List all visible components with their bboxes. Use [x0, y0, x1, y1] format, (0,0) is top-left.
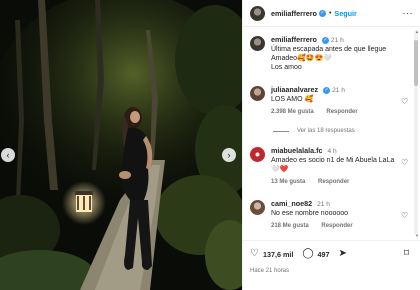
comments-list: emiliafferrero ✓ 21 h Última escapada ant… [243, 28, 413, 238]
post-actions: ♡ 137,6 mil ◯ 497 ➤ ⌑ Hace 21 horas [243, 240, 420, 290]
previous-photo-button[interactable]: ‹ [1, 148, 15, 162]
post-side-panel: emiliafferrero ✓ • Seguir ··· emiliaffer… [242, 0, 420, 290]
comment-meta: 218 Me gusta Responder [271, 222, 396, 231]
caption-text: Última escapada antes de que llegue Amad… [271, 46, 387, 62]
comment-meta: 2.398 Me gusta Responder [271, 108, 396, 117]
like-comment-heart-icon[interactable]: ♡ [401, 158, 408, 167]
comment-text: LOS AMO 🥰 [271, 96, 314, 103]
verified-badge-icon: ✓ [318, 9, 326, 17]
verified-badge-icon: ✓ [321, 36, 329, 44]
comment-item: cami_noe82 21 h No ese nombre noooooo 21… [250, 199, 396, 231]
post-timestamp[interactable]: Hace 21 horas [250, 268, 289, 274]
like-comment-heart-icon[interactable]: ♡ [401, 211, 408, 220]
follow-button[interactable]: Seguir [334, 9, 356, 18]
chevron-left-icon: ‹ [6, 149, 10, 160]
post-photo[interactable]: ‹ › [0, 0, 242, 290]
reply-button[interactable]: Responder [318, 179, 349, 185]
comments-scrollbar[interactable] [414, 30, 418, 235]
avatar[interactable] [250, 86, 265, 101]
likes-count[interactable]: 137,6 mil [263, 250, 293, 259]
reply-button[interactable]: Responder [326, 109, 357, 115]
comment-text: No ese nombre noooooo [271, 210, 349, 217]
avatar[interactable] [250, 147, 265, 162]
comment-item: juliaanalvarez ✓ 21 h LOS AMO 🥰 2.398 Me … [250, 85, 396, 117]
scroll-up-arrow-icon[interactable]: ▲ [415, 29, 419, 34]
view-replies-label: Ver las 18 respuestas [297, 128, 355, 134]
comment-username[interactable]: emiliafferrero [271, 35, 317, 44]
bookmark-icon[interactable]: ⌑ [404, 248, 409, 259]
reply-button[interactable]: Responder [321, 223, 352, 229]
comment-username[interactable]: miabuelalala.fc [271, 146, 323, 155]
verified-badge-icon: ✓ [323, 86, 331, 94]
comment-time[interactable]: 21 h [332, 87, 345, 94]
heart-icon[interactable]: ♡ [250, 249, 259, 259]
scrollbar-thumb[interactable] [414, 40, 418, 86]
comment-likes[interactable]: 2.398 Me gusta [271, 109, 314, 115]
comment-meta: 13 Me gusta Responder [271, 178, 396, 187]
separator-dot: • [328, 9, 332, 17]
comment-item: miabuelalala.fc 4 h Amadeo es socio n1 d… [250, 146, 396, 187]
post-header: emiliafferrero ✓ • Seguir ··· [243, 0, 420, 27]
more-options-icon[interactable]: ··· [403, 8, 414, 18]
divider-line [273, 130, 289, 132]
caption: emiliafferrero ✓ 21 h Última escapada ant… [250, 35, 396, 72]
comment-likes[interactable]: 218 Me gusta [271, 223, 309, 229]
night-garden-scene [0, 0, 242, 290]
next-photo-button[interactable]: › [222, 148, 236, 162]
comment-time[interactable]: 4 h [328, 148, 337, 155]
comment-username[interactable]: juliaanalvarez [271, 85, 318, 94]
action-row: ♡ 137,6 mil ◯ 497 ➤ [250, 249, 351, 259]
avatar[interactable] [250, 200, 265, 215]
comment-time[interactable]: 21 h [331, 37, 344, 44]
comment-username[interactable]: cami_noe82 [271, 199, 312, 208]
chevron-right-icon: › [227, 149, 231, 160]
author-username[interactable]: emiliafferrero [271, 9, 317, 18]
like-comment-heart-icon[interactable]: ♡ [401, 97, 408, 106]
comments-count[interactable]: 497 [318, 250, 330, 259]
share-icon[interactable]: ➤ [339, 249, 347, 259]
instagram-post: ‹ › emiliafferrero ✓ • Seguir ··· emilia… [0, 0, 420, 290]
avatar[interactable] [250, 36, 265, 51]
comment-time[interactable]: 21 h [317, 201, 330, 208]
author-avatar[interactable] [250, 5, 265, 21]
comment-text: Amadeo es socio n1 de Mi Abuela LaLa🤍❤️ [271, 157, 395, 173]
comment-likes[interactable]: 13 Me gusta [271, 179, 305, 185]
view-replies-button[interactable]: Ver las 18 respuestas [273, 128, 355, 134]
caption-text-line2: Los amoo [271, 64, 302, 71]
scroll-down-arrow-icon[interactable]: ▼ [415, 233, 419, 238]
comment-icon[interactable]: ◯ [302, 249, 313, 259]
